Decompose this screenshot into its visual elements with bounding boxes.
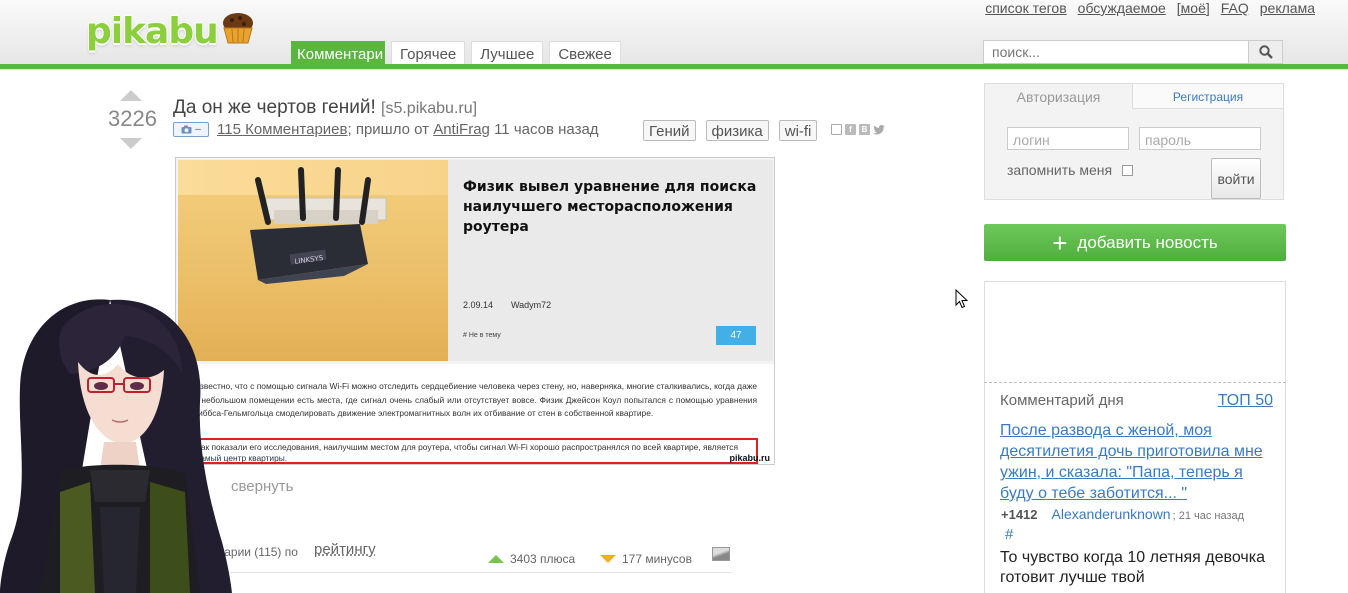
minus-count-text: 177 минусов [622, 552, 692, 566]
add-news-label: добавить новость [1077, 232, 1218, 252]
article-card: Физик вывел уравнение для поиска наилучш… [448, 160, 773, 361]
camera-icon [181, 125, 192, 134]
post-time: 11 часов назад [494, 121, 599, 138]
pikabu-watermark: pikabu.ru [729, 453, 770, 463]
vk-icon[interactable]: B [859, 124, 870, 135]
main-tabs: Комментари Горячее Лучшее Свежее [291, 41, 621, 64]
post-author-link[interactable]: AntiFrag [433, 121, 490, 138]
share-icons: f B [831, 124, 885, 135]
vote-block: 3226 [108, 90, 157, 149]
facebook-icon[interactable]: f [845, 124, 856, 135]
tab-fresh[interactable]: Свежее [549, 41, 621, 64]
post-meta: – 115 Комментариев ; пришло от AntiFrag … [173, 121, 599, 138]
remember-label: запомнить меня [1007, 162, 1113, 178]
cod-score: +1412 [1001, 507, 1038, 522]
comment-of-day: Комментарий дня ТОП 50 После развода с ж… [984, 383, 1286, 593]
post-title[interactable]: Да он же чертов гений! [s5.pikabu.ru] [173, 97, 477, 119]
image-toggle-icon[interactable] [712, 547, 730, 561]
article-author: Wadym72 [511, 300, 552, 310]
save-icon[interactable] [831, 124, 842, 135]
badge-minus: – [195, 124, 201, 135]
login-button[interactable]: войти [1211, 158, 1261, 199]
post-rating: 3226 [108, 106, 157, 131]
tab-best[interactable]: Лучшее [471, 41, 544, 64]
search-button[interactable] [1248, 41, 1282, 63]
top50-link[interactable]: ТОП 50 [1218, 392, 1273, 410]
plus-icon [488, 555, 504, 563]
search-box [983, 40, 1283, 64]
muffin-logo-icon [222, 13, 253, 44]
cod-heading: Комментарий дня [1000, 392, 1124, 409]
anime-character-image [0, 299, 232, 593]
article-paragraph: Известно, что с помощью сигнала Wi-Fi мо… [194, 381, 757, 418]
post-title-text: Да он же чертов гений! [173, 97, 376, 118]
comments-bar: комментарии (115) по рейтингу 3403 плюса… [177, 541, 732, 573]
tab-comments[interactable]: Комментари [291, 41, 385, 64]
article-highlight: Как показали его исследования, наилучшим… [190, 438, 758, 464]
article-date: 2.09.14 [463, 300, 494, 310]
cod-comment-text: То чувство когда 10 летняя девочка готов… [1000, 549, 1265, 586]
article-headline: Физик вывел уравнение для поиска наилучш… [463, 179, 757, 235]
tag-genius[interactable]: Гений [643, 120, 696, 141]
minus-icon [600, 555, 616, 563]
search-input[interactable] [984, 41, 1248, 63]
top-link-mine[interactable]: [моё] [1177, 0, 1210, 16]
tab-registration[interactable]: Регистрация [1133, 84, 1283, 109]
header-divider [0, 64, 1348, 69]
top-link-tags[interactable]: список тегов [985, 0, 1066, 16]
cod-permalink[interactable]: # [1005, 526, 1013, 543]
top-link-discussed[interactable]: обсуждаемое [1078, 0, 1166, 16]
plus-icon: + [1052, 227, 1068, 258]
password-field[interactable]: пароль [1139, 127, 1261, 150]
auth-box: Авторизация Регистрация логин пароль зап… [984, 83, 1284, 200]
add-news-button[interactable]: + добавить новость [984, 224, 1286, 261]
tab-hot[interactable]: Горячее [391, 41, 466, 64]
post-image[interactable]: LINKSYS Физик вывел уравнение для поиска… [175, 157, 775, 465]
article-count-badge: 47 [716, 326, 756, 345]
collapse-link[interactable]: свернуть [231, 478, 293, 495]
mouse-cursor-icon [955, 289, 969, 309]
tag-wifi[interactable]: wi-fi [778, 120, 818, 141]
downvote-icon[interactable] [120, 138, 142, 149]
logo[interactable]: pikabu [86, 8, 256, 54]
auth-tabs: Авторизация Регистрация [985, 84, 1283, 109]
article-body: Известно, что с помощью сигнала Wi-Fi мо… [178, 364, 774, 464]
login-field[interactable]: логин [1007, 127, 1129, 150]
twitter-icon[interactable] [873, 124, 885, 135]
top-link-faq[interactable]: FAQ [1221, 0, 1249, 16]
cod-post-link[interactable]: После развода с женой, моя десятилетия д… [1000, 420, 1280, 504]
post-source: [s5.pikabu.ru] [381, 100, 478, 117]
page: pikabu список тегов обсуждаемое [моё] FA… [0, 0, 1348, 593]
post-tags: Гений физика wi-fi [643, 120, 818, 141]
plus-count: 3403 плюса [488, 552, 575, 566]
meta-from-label: ; пришло от [347, 121, 430, 138]
top-link-ads[interactable]: реклама [1260, 0, 1315, 16]
minus-count: 177 минусов [600, 552, 692, 566]
upvote-icon[interactable] [120, 90, 142, 101]
remember-me[interactable]: запомнить меня [1007, 162, 1134, 178]
article-tag: # Не в тему [463, 332, 501, 339]
cod-meta: +1412 Alexanderunknown ; 21 час назад [1001, 506, 1244, 522]
search-icon [1258, 45, 1273, 59]
comments-link[interactable]: 115 Комментариев [217, 121, 348, 138]
plus-count-text: 3403 плюса [510, 552, 576, 566]
image-post-badge: – [173, 122, 209, 137]
top-links: список тегов обсуждаемое [моё] FAQ рекла… [985, 0, 1315, 16]
cod-time: ; 21 час назад [1172, 510, 1245, 522]
cod-user-link[interactable]: Alexanderunknown [1052, 506, 1171, 522]
ad-placeholder [984, 281, 1286, 383]
tag-physics[interactable]: физика [705, 120, 769, 141]
tab-authorization[interactable]: Авторизация [985, 84, 1133, 109]
remember-checkbox[interactable] [1122, 164, 1134, 176]
logo-text: pikabu [86, 10, 219, 52]
comments-sort-dropdown[interactable]: рейтингу [314, 541, 376, 558]
